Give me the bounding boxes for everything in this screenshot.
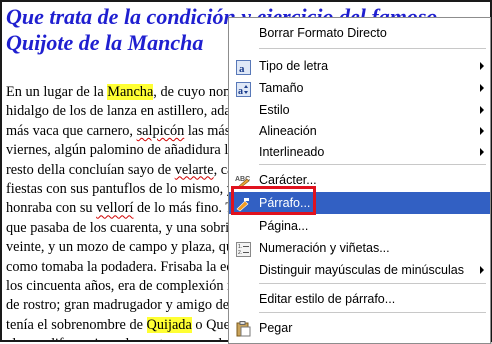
submenu-arrow-icon <box>480 127 484 135</box>
paste-icon <box>235 321 251 337</box>
text-run: más vaca que carnero, <box>6 122 137 139</box>
menu-item-interlineado[interactable]: Interlineado <box>229 141 490 163</box>
svg-text:a: a <box>239 63 245 75</box>
submenu-arrow-icon <box>480 266 484 274</box>
menu-item-pagina[interactable]: Página... <box>229 215 490 237</box>
misspelled-word: velarte <box>174 161 214 178</box>
font-size-icon: a <box>235 81 251 97</box>
submenu-arrow-icon <box>480 84 484 92</box>
menu-label: Borrar Formato Directo <box>259 26 387 40</box>
menu-label: Tamaño <box>259 81 304 95</box>
menu-item-numeracion[interactable]: 1. 2. Numeración y viñetas... <box>229 237 490 259</box>
submenu-arrow-icon <box>480 62 484 70</box>
menu-separator <box>259 164 486 165</box>
menu-item-pegar[interactable]: Pegar <box>229 317 490 339</box>
menu-item-tipo-de-letra[interactable]: a Tipo de letra <box>229 55 490 77</box>
menu-label: Estilo <box>259 103 290 117</box>
menu-label: Editar estilo de párrafo... <box>259 292 396 306</box>
menu-label: Numeración y viñetas... <box>259 241 390 255</box>
menu-item-tamano[interactable]: a Tamaño <box>229 77 490 99</box>
submenu-arrow-icon <box>480 148 484 156</box>
menu-label: Alineación <box>259 124 317 138</box>
font-icon: a <box>235 59 251 75</box>
menu-item-alineacion[interactable]: Alineación <box>229 120 490 142</box>
menu-label: Interlineado <box>259 145 325 159</box>
menu-item-distinguir[interactable]: Distinguir mayúsculas de minúsculas <box>229 259 490 281</box>
menu-separator <box>259 312 486 313</box>
menu-label: Carácter... <box>259 173 317 187</box>
menu-item-estilo[interactable]: Estilo <box>229 99 490 121</box>
svg-text:a: a <box>238 86 243 97</box>
text-run: En un lugar de la <box>6 84 108 100</box>
text-run: resto della concluían sayo de <box>6 161 175 178</box>
text-run: honraba con su <box>6 200 97 217</box>
submenu-arrow-icon <box>480 106 484 114</box>
highlight-callout-box <box>231 186 316 215</box>
highlighted-word: Mancha <box>107 84 154 100</box>
misspelled-word: vellorí <box>96 200 134 217</box>
menu-separator <box>259 283 486 284</box>
menu-label: Pegar <box>259 321 293 335</box>
menu-item-borrar-formato[interactable]: Borrar Formato Directo <box>229 22 490 44</box>
menu-label: Tipo de letra <box>259 59 329 73</box>
misspelled-word: salpicón <box>136 122 185 139</box>
context-menu: Borrar Formato Directo a Tipo de letra a… <box>228 17 491 344</box>
numbering-icon: 1. 2. <box>235 241 251 257</box>
menu-label: Distinguir mayúsculas de minúsculas <box>259 263 464 277</box>
svg-text:2.: 2. <box>238 250 242 256</box>
highlighted-word: Quijada <box>146 316 192 333</box>
menu-item-editar-estilo[interactable]: Editar estilo de párrafo... <box>229 288 490 310</box>
menu-separator <box>259 48 486 49</box>
menu-label: Página... <box>259 219 309 233</box>
text-run: tenía el sobrenombre de <box>6 316 147 333</box>
